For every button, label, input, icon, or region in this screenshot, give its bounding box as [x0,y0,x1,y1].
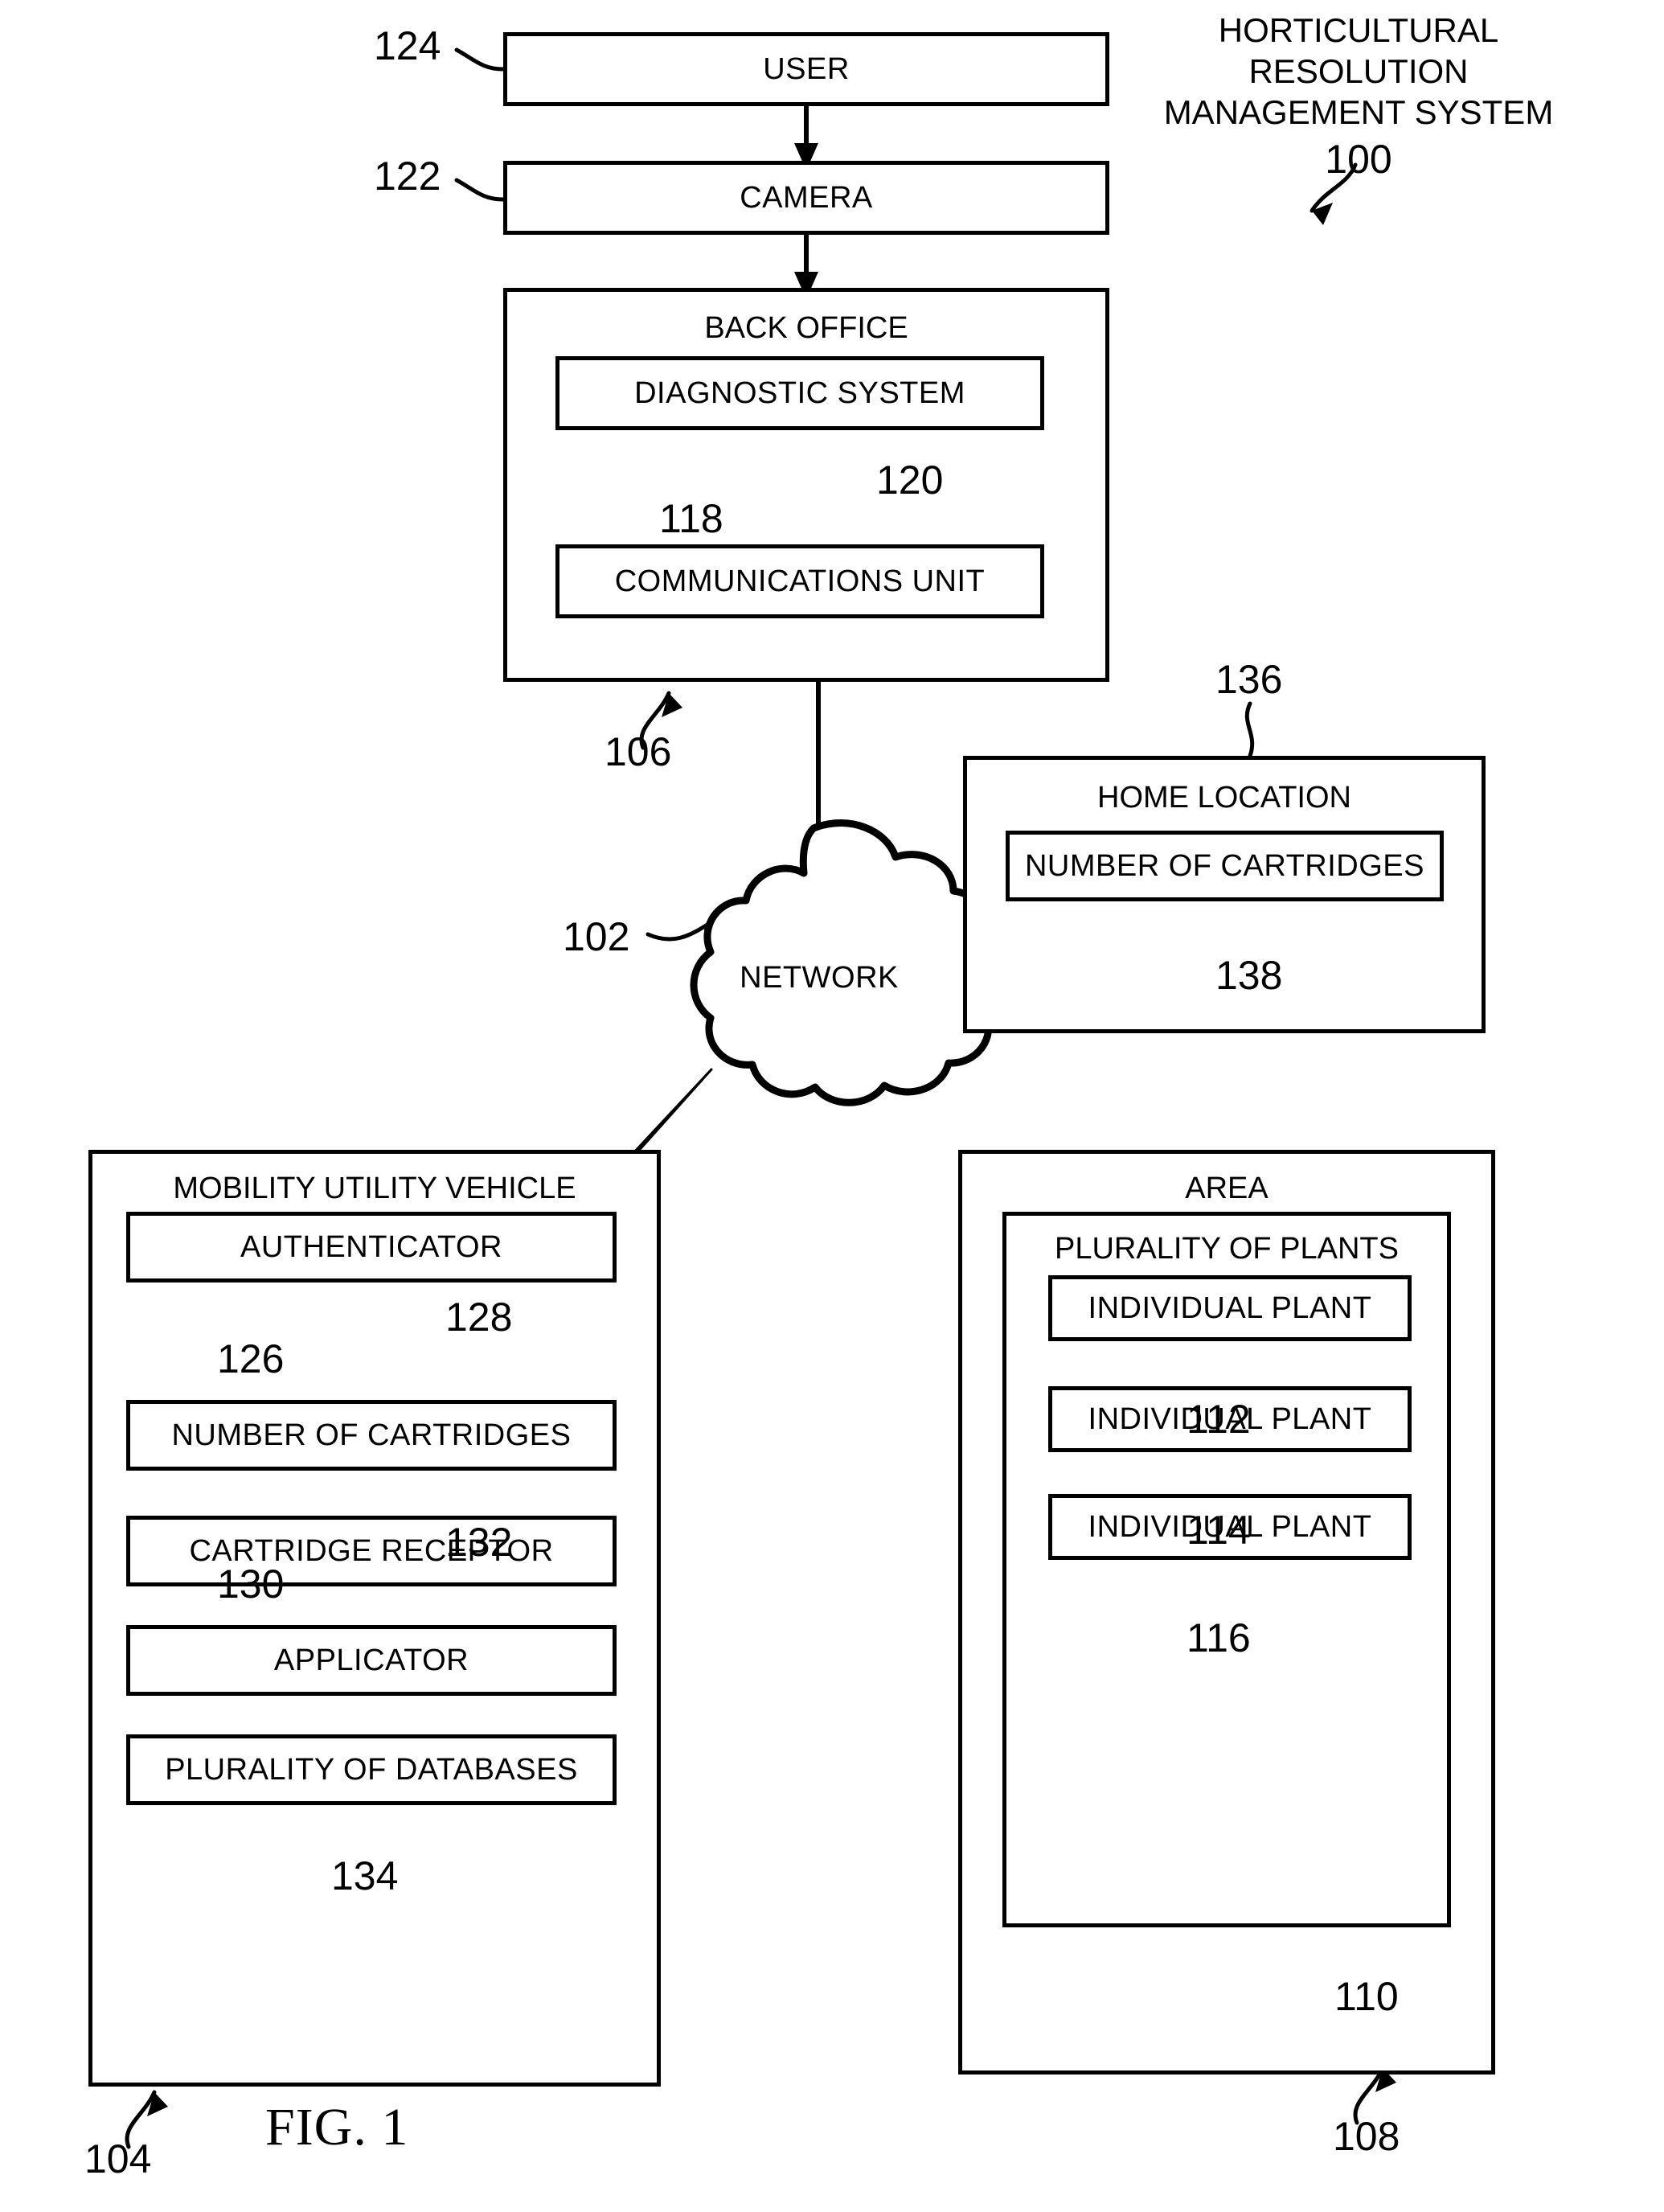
ref-118: 118 [659,496,723,541]
node-vehicle-number-of-cartridges: NUMBER OF CARTRIDGES [126,1400,617,1471]
node-diagnostic-system: DIAGNOSTIC SYSTEM [555,356,1044,430]
node-home-location-label: HOME LOCATION [1097,781,1351,815]
node-camera: CAMERA [503,161,1109,235]
node-vehicle-number-of-cartridges-label: NUMBER OF CARTRIDGES [171,1418,572,1452]
ref-132: 132 [445,1520,513,1565]
node-back-office-label: BACK OFFICE [704,311,908,345]
node-diagnostic-system-label: DIAGNOSTIC SYSTEM [634,376,965,410]
ref-120: 120 [876,458,944,503]
node-home-number-of-cartridges: NUMBER OF CARTRIDGES [1006,831,1444,901]
node-mobility-utility-vehicle-label: MOBILITY UTILITY VEHICLE [173,1172,576,1205]
node-communications-unit: COMMUNICATIONS UNIT [555,544,1044,618]
system-title-line-1: HORTICULTURAL [1218,11,1499,49]
ref-128: 128 [445,1295,513,1340]
node-area: AREA PLURALITY OF PLANTS INDIVIDUAL PLAN… [958,1150,1495,2075]
node-plurality-of-databases: PLURALITY OF DATABASES [126,1734,617,1805]
ref-138: 138 [1215,953,1283,998]
ref-114: 114 [1187,1508,1251,1553]
node-cartridge-receptor: CARTRIDGE RECEPTOR [126,1516,617,1586]
node-network: NETWORK [712,961,926,995]
node-camera-label: CAMERA [740,180,873,215]
leader-124 [454,47,506,72]
ref-124: 124 [374,23,441,68]
leader-122 [454,178,506,202]
node-authenticator: AUTHENTICATOR [126,1212,617,1282]
ref-112: 112 [1187,1397,1251,1442]
node-plurality-of-plants-label: PLURALITY OF PLANTS [1055,1232,1399,1266]
ref-104: 104 [84,2136,152,2181]
node-plurality-of-plants: PLURALITY OF PLANTS INDIVIDUAL PLANT IND… [1002,1212,1451,1927]
system-numeral: 100 [1325,136,1392,182]
ref-106: 106 [605,729,672,774]
node-user-label: USER [763,51,850,86]
node-individual-plant-1: INDIVIDUAL PLANT [1048,1275,1412,1341]
ref-136: 136 [1215,657,1283,702]
node-individual-plant-1-label: INDIVIDUAL PLANT [1088,1291,1372,1325]
figure-caption: FIG. 1 [265,2098,409,2157]
node-area-label: AREA [1185,1172,1268,1205]
node-user: USER [503,32,1109,106]
ref-102: 102 [563,914,630,959]
node-home-number-of-cartridges-label: NUMBER OF CARTRIDGES [1024,848,1424,883]
ref-134: 134 [331,1853,399,1898]
ref-116: 116 [1187,1615,1251,1660]
ref-110: 110 [1334,1974,1399,2019]
ref-108: 108 [1333,2114,1400,2159]
node-back-office: BACK OFFICE DIAGNOSTIC SYSTEM COMMUNICAT… [503,288,1109,682]
leader-102 [646,919,715,942]
ref-130: 130 [217,1562,285,1607]
node-network-label: NETWORK [740,961,899,995]
system-title-line-3: MANAGEMENT SYSTEM [1163,93,1554,132]
system-title: HORTICULTURAL RESOLUTION MANAGEMENT SYST… [1133,10,1584,184]
node-authenticator-label: AUTHENTICATOR [240,1229,502,1264]
leader-136 [1244,701,1255,758]
node-applicator-label: APPLICATOR [273,1643,469,1677]
node-communications-unit-label: COMMUNICATIONS UNIT [614,564,986,598]
node-mobility-utility-vehicle: MOBILITY UTILITY VEHICLE AUTHENTICATOR N… [88,1150,661,2087]
node-applicator: APPLICATOR [126,1625,617,1696]
node-plurality-of-databases-label: PLURALITY OF DATABASES [165,1752,578,1787]
system-title-line-2: RESOLUTION [1248,52,1469,91]
ref-122: 122 [374,154,441,199]
patent-figure: HORTICULTURAL RESOLUTION MANAGEMENT SYST… [0,0,1664,2212]
ref-126: 126 [217,1336,285,1381]
